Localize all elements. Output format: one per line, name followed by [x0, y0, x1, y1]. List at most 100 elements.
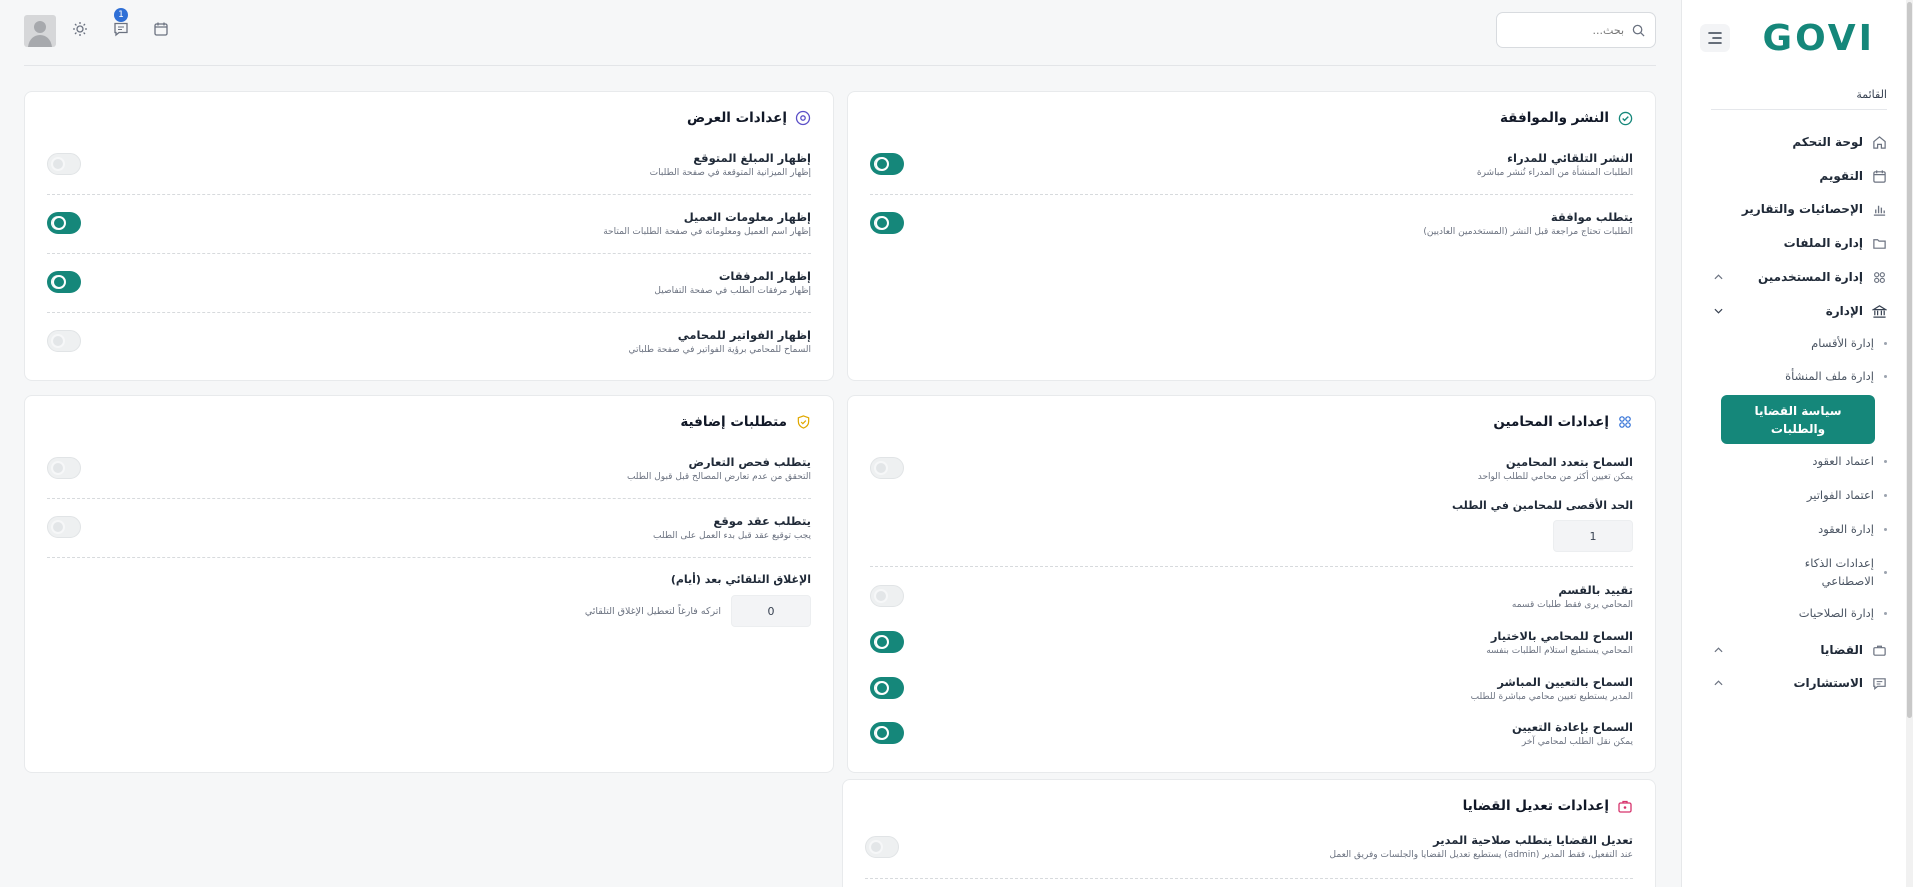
sidebar-item-dashboard[interactable]: لوحة التحكم	[1711, 128, 1887, 156]
max-lawyers-input[interactable]	[1553, 520, 1633, 552]
setting-title: إظهار الفواتير للمحامي	[677, 328, 811, 342]
sidebar-subitem-permissions[interactable]: إدارة الصلاحيات	[1711, 604, 1887, 622]
sidebar-subitem-organization-profile[interactable]: إدارة ملف المنشأة	[1711, 367, 1887, 385]
sidebar-subitem-contract-approval[interactable]: اعتماد العقود	[1711, 452, 1887, 470]
auto-close-label: الإغلاق التلقائي بعد (أيام)	[670, 573, 811, 586]
require-approval-toggle[interactable]	[870, 212, 904, 234]
sidebar-subitem-case-policy[interactable]: سياسة القضايا والطلبات	[1721, 395, 1875, 444]
sidebar-item-label: الإدارة	[1825, 304, 1863, 318]
show-expected-amount-toggle[interactable]	[47, 153, 81, 175]
sidebar-item-label: الإحصائيات والتقارير	[1741, 202, 1863, 216]
sidebar-item-users[interactable]: إدارة المستخدمين	[1711, 263, 1887, 291]
card-header: النشر والموافقة	[1500, 110, 1633, 126]
shield-check-icon	[795, 414, 811, 430]
sidebar-item-label: إدارة المستخدمين	[1757, 270, 1863, 284]
allow-direct-assign-toggle[interactable]	[870, 677, 904, 699]
bullet-icon	[1884, 611, 1887, 615]
auto-publish-toggle[interactable]	[870, 153, 904, 175]
auto-close-days-input[interactable]	[731, 595, 811, 627]
theme-toggle-button[interactable]	[69, 18, 91, 40]
case-edit-admin-only-toggle[interactable]	[865, 836, 899, 858]
setting-title: إظهار المبلغ المتوقع	[693, 151, 811, 165]
setting-description: المدير يستطيع تعيين محامي مباشرة للطلب	[1470, 692, 1633, 702]
search-icon	[1632, 24, 1645, 37]
bar-chart-icon	[1871, 201, 1887, 217]
setting-row: تقييد بالقسم المحامي يرى فقط طلبات قسمه	[1512, 582, 1633, 612]
sidebar: GOVI القائمة لوحة التحكم التقويم الإحصائ…	[1681, 0, 1913, 887]
eye-icon	[795, 110, 811, 126]
setting-title: تقييد بالقسم	[1558, 583, 1633, 597]
allow-multiple-lawyers-toggle[interactable]	[870, 457, 904, 479]
sidebar-item-consultations[interactable]: الاستشارات	[1711, 669, 1887, 697]
calendar-icon	[1871, 168, 1887, 184]
sidebar-item-calendar[interactable]: التقويم	[1711, 162, 1887, 190]
chevron-down-icon[interactable]	[1711, 304, 1725, 318]
avatar-icon	[28, 21, 52, 47]
setting-description: يمكن تعيين أكثر من محامي للطلب الواحد	[1477, 472, 1633, 482]
brand-logo: GOVI	[1762, 18, 1875, 59]
sidebar-subitem-invoice-approval[interactable]: اعتماد الفواتير	[1711, 486, 1887, 504]
allow-reassign-toggle[interactable]	[870, 722, 904, 744]
search-box[interactable]	[1496, 12, 1656, 48]
chevron-up-icon[interactable]	[1711, 270, 1725, 284]
show-client-info-toggle[interactable]	[47, 212, 81, 234]
chevron-up-icon[interactable]	[1711, 676, 1725, 690]
allow-lawyer-pick-toggle[interactable]	[870, 631, 904, 653]
max-lawyers-label: الحد الأقصى للمحامين في الطلب	[1452, 499, 1633, 512]
notifications-button[interactable]: 1	[110, 8, 132, 40]
setting-description: الطلبات المنشأة من المدراء تُنشر مباشرة	[1476, 168, 1633, 178]
sidebar-subitem-contracts[interactable]: إدارة العقود	[1711, 520, 1887, 538]
extra-requirements-card: متطلبات إضافية يتطلب فحص التعارض التحقق …	[24, 395, 834, 773]
sidebar-item-reports[interactable]: الإحصائيات والتقارير	[1711, 195, 1887, 223]
setting-row: يتطلب موافقة الطلبات تحتاج مراجعة قبل ال…	[1423, 209, 1633, 239]
setting-row: يتطلب فحص التعارض التحقق من عدم تعارض ال…	[627, 454, 811, 484]
calendar-button[interactable]	[150, 18, 172, 40]
card-title: النشر والموافقة	[1499, 110, 1609, 126]
user-avatar[interactable]	[24, 15, 56, 47]
sidebar-collapse-button[interactable]	[1700, 24, 1730, 52]
scrollbar-thumb[interactable]	[1907, 2, 1912, 718]
search-input[interactable]	[1514, 23, 1624, 37]
sidebar-item-label: الاستشارات	[1793, 676, 1863, 690]
setting-row: النشر التلقائي للمدراء الطلبات المنشأة م…	[1477, 150, 1633, 180]
card-header: إعدادات تعديل القضايا	[1463, 798, 1633, 814]
sidebar-subitem-label: إعدادات الذكاء الاصطناعي	[1804, 556, 1874, 588]
lawyer-settings-card: إعدادات المحامين السماح بتعدد المحامين ي…	[847, 395, 1656, 773]
menu-collapse-icon	[1708, 32, 1722, 44]
chevron-up-icon[interactable]	[1711, 643, 1725, 657]
card-title: إعدادات العرض	[687, 110, 787, 126]
setting-title: النشر التلقائي للمدراء	[1507, 151, 1633, 165]
briefcase-icon	[1871, 642, 1887, 658]
require-signed-contract-toggle[interactable]	[47, 516, 81, 538]
sidebar-subitem-ai-settings[interactable]: إعدادات الذكاء الاصطناعي	[1711, 554, 1887, 590]
setting-description: المحامي يرى فقط طلبات قسمه	[1511, 600, 1633, 610]
sidebar-item-administration[interactable]: الإدارة	[1711, 297, 1887, 325]
sidebar-item-cases[interactable]: القضايا	[1711, 636, 1887, 664]
bullet-icon	[1884, 493, 1887, 497]
require-conflict-check-toggle[interactable]	[47, 457, 81, 479]
sidebar-subitem-departments[interactable]: إدارة الأقسام	[1711, 334, 1887, 352]
show-invoices-lawyer-toggle[interactable]	[47, 330, 81, 352]
setting-row: السماح للمحامي بالاختيار المحامي يستطيع …	[1486, 628, 1633, 658]
home-icon	[1871, 134, 1887, 150]
row-divider	[870, 194, 1633, 195]
sidebar-scrollbar[interactable]	[1906, 0, 1913, 887]
setting-row: تعديل القضايا يتطلب صلاحية المدير عند ال…	[1330, 832, 1633, 862]
bullet-icon	[1884, 374, 1887, 378]
card-title: متطلبات إضافية	[680, 414, 787, 430]
row-divider	[865, 878, 1633, 879]
setting-row: يتطلب عقد موقع يجب توقيع عقد قبل بدء الع…	[653, 513, 811, 543]
setting-description: إظهار الميزانية المتوقعة في صفحة الطلبات	[649, 168, 811, 178]
briefcase-lock-icon	[1617, 798, 1633, 814]
setting-description: إظهار اسم العميل ومعلوماته في صفحة الطلب…	[603, 227, 811, 237]
sidebar-item-files[interactable]: إدارة الملفات	[1711, 229, 1887, 257]
setting-row: السماح بالتعيين المباشر المدير يستطيع تع…	[1471, 674, 1633, 704]
display-settings-card: إعدادات العرض إظهار المبلغ المتوقع إظهار…	[24, 91, 834, 381]
restrict-department-toggle[interactable]	[870, 585, 904, 607]
setting-description: الطلبات تحتاج مراجعة قبل النشر (المستخدم…	[1423, 227, 1633, 237]
calendar-icon	[154, 22, 168, 36]
show-attachments-toggle[interactable]	[47, 271, 81, 293]
setting-title: تعديل القضايا يتطلب صلاحية المدير	[1433, 833, 1633, 847]
setting-description: يمكن نقل الطلب لمحامي آخر	[1521, 737, 1633, 747]
bullet-icon	[1884, 341, 1887, 345]
